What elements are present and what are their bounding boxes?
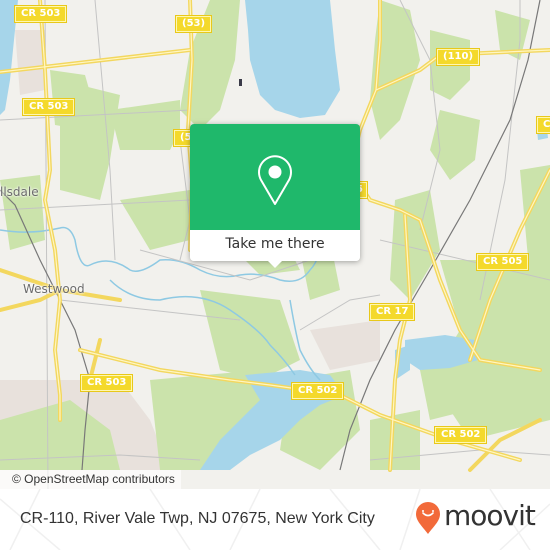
shield-label: CR 503	[29, 101, 69, 112]
road-shield-cr502: CR 502	[290, 382, 345, 400]
popup-pointer	[267, 260, 283, 268]
map-view[interactable]: CR 503 (53) (110) C CR 503 (5 5 CR 505 C…	[0, 0, 550, 489]
road-shield-cr503: CR 503	[21, 98, 76, 116]
shield-label: C	[543, 119, 550, 130]
shield-label: CR 503	[21, 8, 61, 19]
place-label-hillsdale: llsdale	[0, 185, 39, 199]
road-shield-cr-partial: C	[535, 116, 550, 134]
poi-marker	[239, 79, 242, 86]
road-shield-53: (53)	[174, 15, 213, 33]
shield-label: CR 502	[441, 429, 481, 440]
location-pin-icon	[258, 155, 292, 205]
popup-header	[190, 124, 360, 230]
road-shield-cr502: CR 502	[433, 426, 488, 444]
road-shield-cr503: CR 503	[13, 5, 68, 23]
shield-label: CR 502	[298, 385, 338, 396]
road-shield-cr505: CR 505	[475, 253, 530, 271]
shield-label: (53)	[182, 18, 206, 29]
shield-label: CR 503	[87, 377, 127, 388]
shield-label: CR 505	[483, 256, 523, 267]
map-attribution[interactable]: © OpenStreetMap contributors	[0, 470, 181, 489]
moovit-wordmark: moovit	[444, 499, 536, 532]
road-shield-cr17: CR 17	[368, 303, 416, 321]
road-shield-110: (110)	[435, 48, 481, 66]
place-label-westwood: Westwood	[23, 282, 85, 296]
address-text: CR-110, River Vale Twp, NJ 07675, New Yo…	[20, 510, 375, 527]
location-popup: Take me there	[190, 124, 360, 268]
moovit-pin-icon	[416, 502, 440, 534]
footer-bar: CR-110, River Vale Twp, NJ 07675, New Yo…	[0, 489, 550, 550]
road-shield-cr503: CR 503	[79, 374, 134, 392]
take-me-there-button[interactable]: Take me there	[190, 230, 360, 261]
shield-label: (110)	[443, 51, 474, 62]
shield-label: CR 17	[376, 306, 409, 317]
